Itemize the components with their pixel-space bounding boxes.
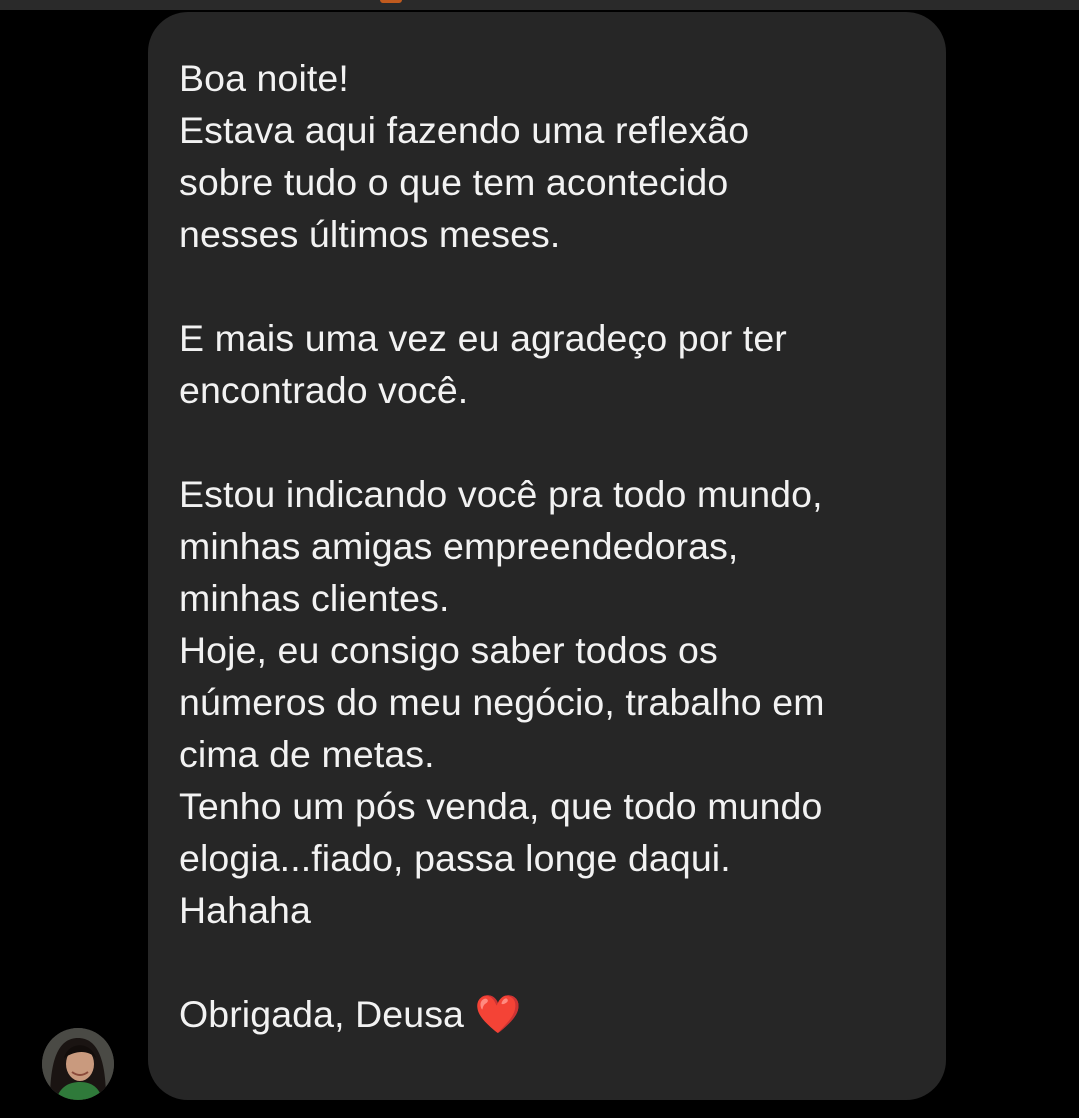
top-accent-mark	[380, 0, 402, 3]
message-text: Boa noite! Estava aqui fazendo uma refle…	[179, 57, 825, 1035]
user-avatar-icon	[42, 1028, 114, 1100]
top-edge-strip	[0, 0, 1079, 10]
incoming-message-bubble[interactable]: Boa noite! Estava aqui fazendo uma refle…	[148, 12, 946, 1100]
sender-avatar[interactable]	[42, 1028, 114, 1100]
